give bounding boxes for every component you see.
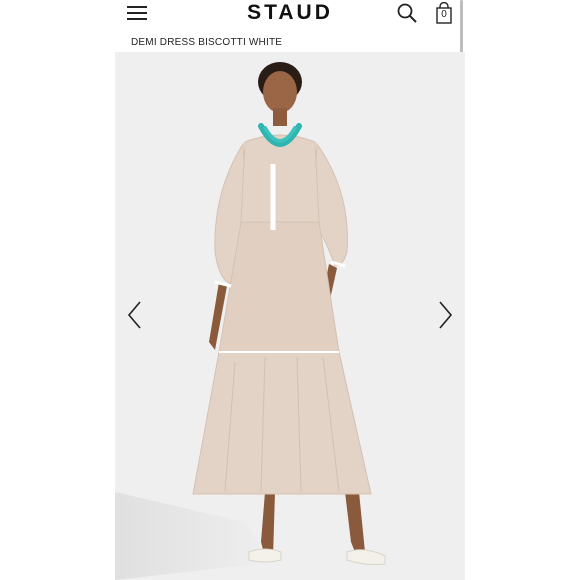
search-icon[interactable] xyxy=(396,2,418,24)
product-image-carousel[interactable] xyxy=(115,52,465,580)
shopping-bag-button[interactable]: 0 xyxy=(434,2,454,24)
chevron-left-icon[interactable] xyxy=(126,300,144,330)
product-image xyxy=(115,62,386,580)
chevron-right-icon[interactable] xyxy=(436,300,454,330)
cart-count-badge: 0 xyxy=(441,9,447,20)
top-navigation-bar: STAUD 0 xyxy=(115,0,465,34)
product-title: DEMI DRESS BISCOTTI WHITE xyxy=(131,37,283,48)
